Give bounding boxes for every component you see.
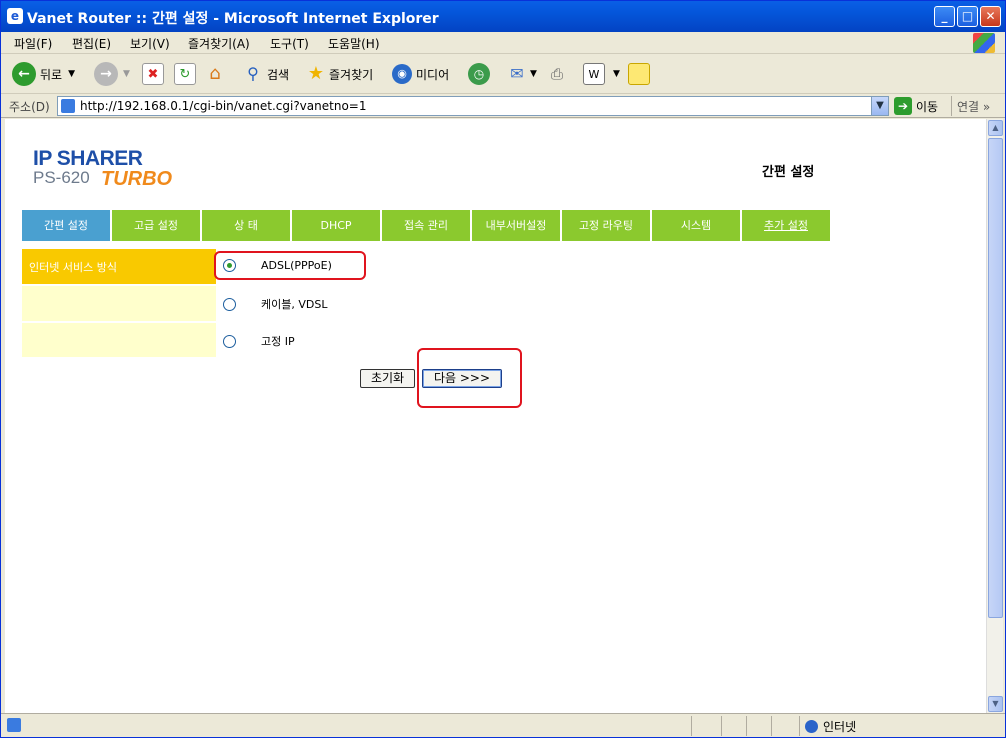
scroll-up-arrow-icon[interactable]: ▲ [988,120,1003,136]
chevron-down-icon: ▼ [530,69,537,79]
cable-vdsl-radio[interactable] [223,297,236,311]
maximize-button[interactable]: □ [957,6,978,27]
window-title: Vanet Router :: 간편 설정 - Microsoft Intern… [27,11,439,27]
links-button[interactable]: 연결 » [957,98,990,115]
option-cable-vdsl[interactable]: 케이블, VDSL [223,296,327,312]
tab-easy-setup[interactable]: 간편 설정 [22,210,110,241]
tab-access-control[interactable]: 접속 관리 [382,210,470,241]
forward-arrow-icon: → [94,62,118,86]
static-ip-radio[interactable] [223,334,236,348]
tab-advanced-setup[interactable]: 고급 설정 [112,210,200,241]
note-icon [628,63,650,85]
divider [746,716,747,736]
history-icon: ◷ [468,63,490,85]
reset-button[interactable]: 초기화 [360,369,415,388]
static-ip-label: 고정 IP [261,335,295,348]
address-dropdown-button[interactable]: ▼ [871,97,888,115]
cable-vdsl-label: 케이블, VDSL [261,298,328,311]
favorites-button[interactable]: ★ 즐겨찾기 [305,61,373,87]
print-icon: ⎙ [550,65,563,83]
refresh-icon: ↻ [174,63,196,85]
browser-window: e Vanet Router :: 간편 설정 - Microsoft Inte… [0,0,1006,738]
stop-icon: ✖ [142,63,164,85]
ie-icon: e [7,8,23,24]
internet-service-label: 인터넷 서비스 방식 [22,249,216,284]
refresh-button[interactable]: ↻ [174,61,196,87]
label-cell [22,286,216,321]
option-static-ip[interactable]: 고정 IP [223,333,295,349]
search-button[interactable]: ⚲ 검색 [242,61,289,87]
scroll-thumb[interactable] [988,138,1003,618]
address-url: http://192.168.0.1/cgi-bin/vanet.cgi?van… [80,99,367,113]
highlight-box [417,348,522,408]
home-button[interactable]: ⌂ [204,61,226,87]
back-button[interactable]: ← 뒤로 ▼ [12,61,75,87]
tab-dhcp[interactable]: DHCP [292,210,380,241]
home-icon: ⌂ [209,63,221,84]
scroll-down-arrow-icon[interactable]: ▼ [988,696,1003,712]
menu-bar: 파일(F) 편집(E) 보기(V) 즐겨찾기(A) 도구(T) 도움말(H) [1,32,1005,54]
search-icon: ⚲ [247,64,259,83]
vertical-scrollbar[interactable]: ▲ ▼ [986,119,1003,713]
security-zone: 인터넷 [805,718,856,735]
edit-button[interactable]: W ▼ [583,61,620,87]
menu-file[interactable]: 파일(F) [14,35,52,52]
media-button[interactable]: ◉ 미디어 [392,61,449,87]
menu-view[interactable]: 보기(V) [130,35,170,52]
history-button[interactable]: ◷ [468,61,490,87]
page-content: IP SHARER PS-620 TURBO 간편 설정 간편 설정 고급 설정… [5,119,986,713]
windows-logo-icon [973,33,995,53]
print-button[interactable]: ⎙ [546,61,568,87]
divider [691,716,692,736]
back-arrow-icon: ← [12,62,36,86]
media-globe-icon: ◉ [392,64,412,84]
divider [951,96,952,116]
tab-status[interactable]: 상 태 [202,210,290,241]
menu-tools[interactable]: 도구(T) [270,35,309,52]
address-label: 주소(D) [9,100,50,114]
page-title: 간편 설정 [762,165,815,180]
forward-button[interactable]: → ▼ [94,61,130,87]
chevron-down-icon: ▼ [123,69,130,79]
globe-icon [805,720,818,733]
close-button[interactable]: ✕ [980,6,1001,27]
chevron-down-icon: ▼ [68,69,76,79]
divider [799,716,800,736]
logo-line2: PS-620 [33,168,90,187]
minimize-button[interactable]: _ [934,6,955,27]
toolbar: ← 뒤로 ▼ → ▼ ✖ ↻ ⌂ ⚲ 검색 ★ 즐겨찾기 ◉ 미디어 ◷ ✉ ▼… [1,54,1005,94]
nav-tabs: 간편 설정 고급 설정 상 태 DHCP 접속 관리 내부서버설정 고정 라우팅… [22,210,832,241]
go-button[interactable]: ➔ 이동 [894,97,938,115]
divider [771,716,772,736]
address-input[interactable]: http://192.168.0.1/cgi-bin/vanet.cgi?van… [57,96,889,116]
messenger-button[interactable] [628,61,650,87]
stop-button[interactable]: ✖ [142,61,164,87]
divider [721,716,722,736]
mail-button[interactable]: ✉ ▼ [506,61,537,87]
status-bar: 인터넷 [1,713,1005,737]
tab-additional-setup[interactable]: 추가 설정 [742,210,830,241]
tab-internal-server[interactable]: 내부서버설정 [472,210,560,241]
star-icon: ★ [307,63,325,84]
tab-system[interactable]: 시스템 [652,210,740,241]
label-cell [22,323,216,357]
mail-icon: ✉ [510,64,524,83]
logo-line3: TURBO [101,168,173,190]
menu-help[interactable]: 도움말(H) [328,35,380,52]
page-icon [7,718,21,732]
ip-sharer-logo: IP SHARER PS-620 TURBO [33,147,183,193]
menu-favorites[interactable]: 즐겨찾기(A) [188,35,250,52]
page-icon [61,99,75,113]
chevron-down-icon: ▼ [613,69,620,79]
menu-edit[interactable]: 편집(E) [72,35,111,52]
go-arrow-icon: ➔ [894,97,912,115]
tab-static-routing[interactable]: 고정 라우팅 [562,210,650,241]
highlight-box [214,251,366,280]
title-bar: e Vanet Router :: 간편 설정 - Microsoft Inte… [1,1,1005,32]
edit-document-icon: W [583,63,605,85]
address-bar: 주소(D) http://192.168.0.1/cgi-bin/vanet.c… [1,94,1005,118]
